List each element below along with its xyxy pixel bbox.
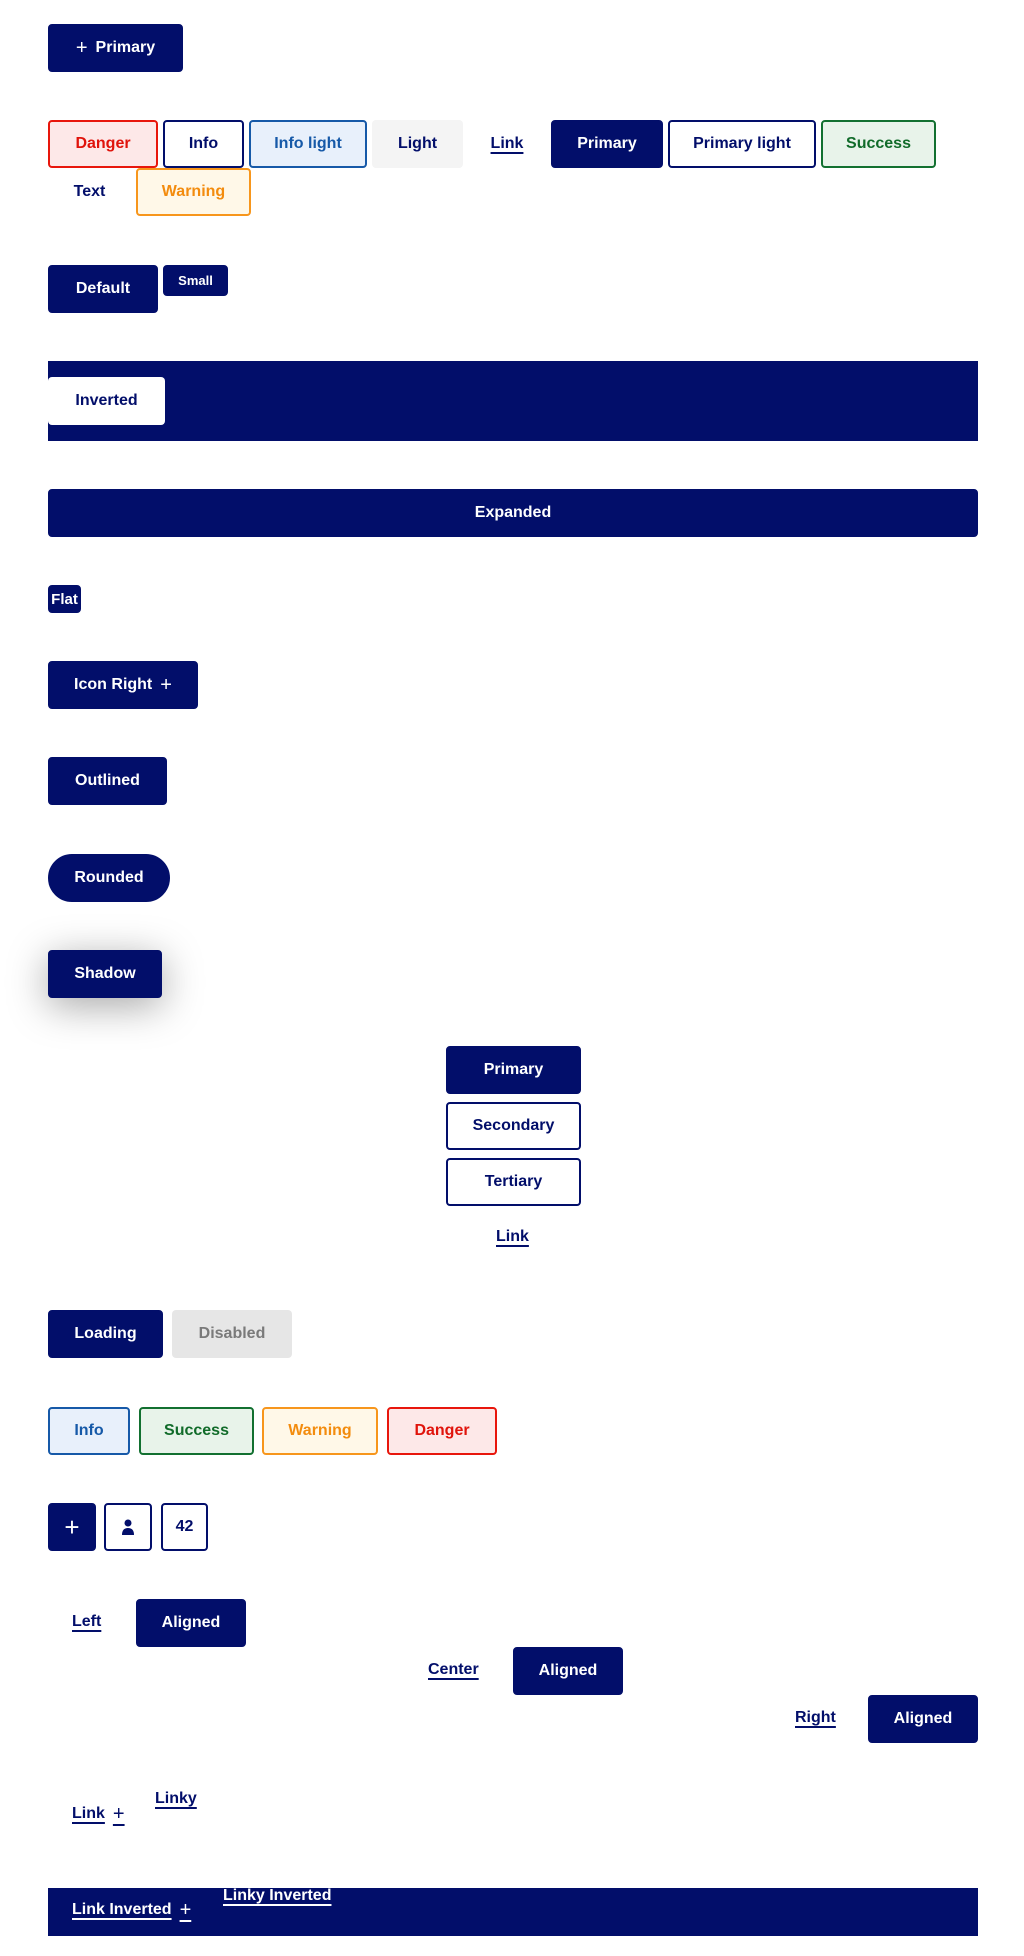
primary-icon-button[interactable]: + Primary [48, 24, 183, 72]
label: Link Inverted [72, 1901, 172, 1918]
label: Primary [95, 39, 156, 56]
inverted-button[interactable]: Inverted [48, 377, 165, 425]
stack-primary-button[interactable]: Primary [446, 1046, 581, 1094]
left-link[interactable]: Left [72, 1613, 101, 1631]
user-icon-button[interactable] [104, 1503, 152, 1551]
status-warning-button[interactable]: Warning [262, 1407, 378, 1455]
shadow-button[interactable]: Shadow [48, 950, 162, 998]
status-info-button[interactable]: Info [48, 1407, 130, 1455]
light-button[interactable]: Light [372, 120, 463, 168]
label: Icon Right [74, 676, 153, 693]
warning-button[interactable]: Warning [136, 168, 251, 216]
plus-icon: + [75, 37, 88, 59]
stack-tertiary-button[interactable]: Tertiary [446, 1158, 581, 1206]
small-size-button[interactable]: Small [163, 265, 228, 296]
disabled-button: Disabled [172, 1310, 292, 1358]
plus-icon: + [64, 1512, 80, 1542]
danger-button[interactable]: Danger [48, 120, 158, 168]
user-icon [122, 1519, 134, 1535]
link-button[interactable]: Link [468, 120, 546, 168]
linky-link[interactable]: Linky [155, 1790, 197, 1808]
outlined-button[interactable]: Outlined [48, 757, 167, 805]
label: Link [72, 1805, 105, 1822]
primary-light-button[interactable]: Primary light [668, 120, 816, 168]
info-light-button[interactable]: Info light [249, 120, 367, 168]
primary-button[interactable]: Primary [551, 120, 663, 168]
left-aligned-button[interactable]: Aligned [136, 1599, 246, 1647]
stack-link[interactable]: Link [496, 1228, 529, 1246]
center-aligned-button[interactable]: Aligned [513, 1647, 623, 1695]
expanded-button[interactable]: Expanded [48, 489, 978, 537]
default-size-button[interactable]: Default [48, 265, 158, 313]
status-danger-button[interactable]: Danger [387, 1407, 497, 1455]
info-button[interactable]: Info [163, 120, 244, 168]
add-icon-button[interactable]: + [48, 1503, 96, 1551]
plus-icon: + [179, 1899, 192, 1921]
rounded-button[interactable]: Rounded [48, 854, 170, 902]
link-with-icon[interactable]: Link + [72, 1804, 125, 1824]
count-button[interactable]: 42 [161, 1503, 208, 1551]
link-inverted[interactable]: Link Inverted + [72, 1900, 191, 1920]
right-link[interactable]: Right [795, 1709, 836, 1727]
success-button[interactable]: Success [821, 120, 936, 168]
plus-icon: + [160, 674, 172, 696]
inverted-band [48, 361, 978, 441]
right-aligned-button[interactable]: Aligned [868, 1695, 978, 1743]
loading-button[interactable]: Loading [48, 1310, 163, 1358]
icon-right-button[interactable]: Icon Right + [48, 661, 198, 709]
status-success-button[interactable]: Success [139, 1407, 254, 1455]
plus-icon: + [112, 1803, 125, 1825]
stack-secondary-button[interactable]: Secondary [446, 1102, 581, 1150]
center-link[interactable]: Center [428, 1661, 479, 1679]
flat-button[interactable]: Flat [48, 585, 81, 613]
linky-inverted-link[interactable]: Linky Inverted [223, 1887, 331, 1905]
text-button[interactable]: Text [48, 168, 131, 216]
